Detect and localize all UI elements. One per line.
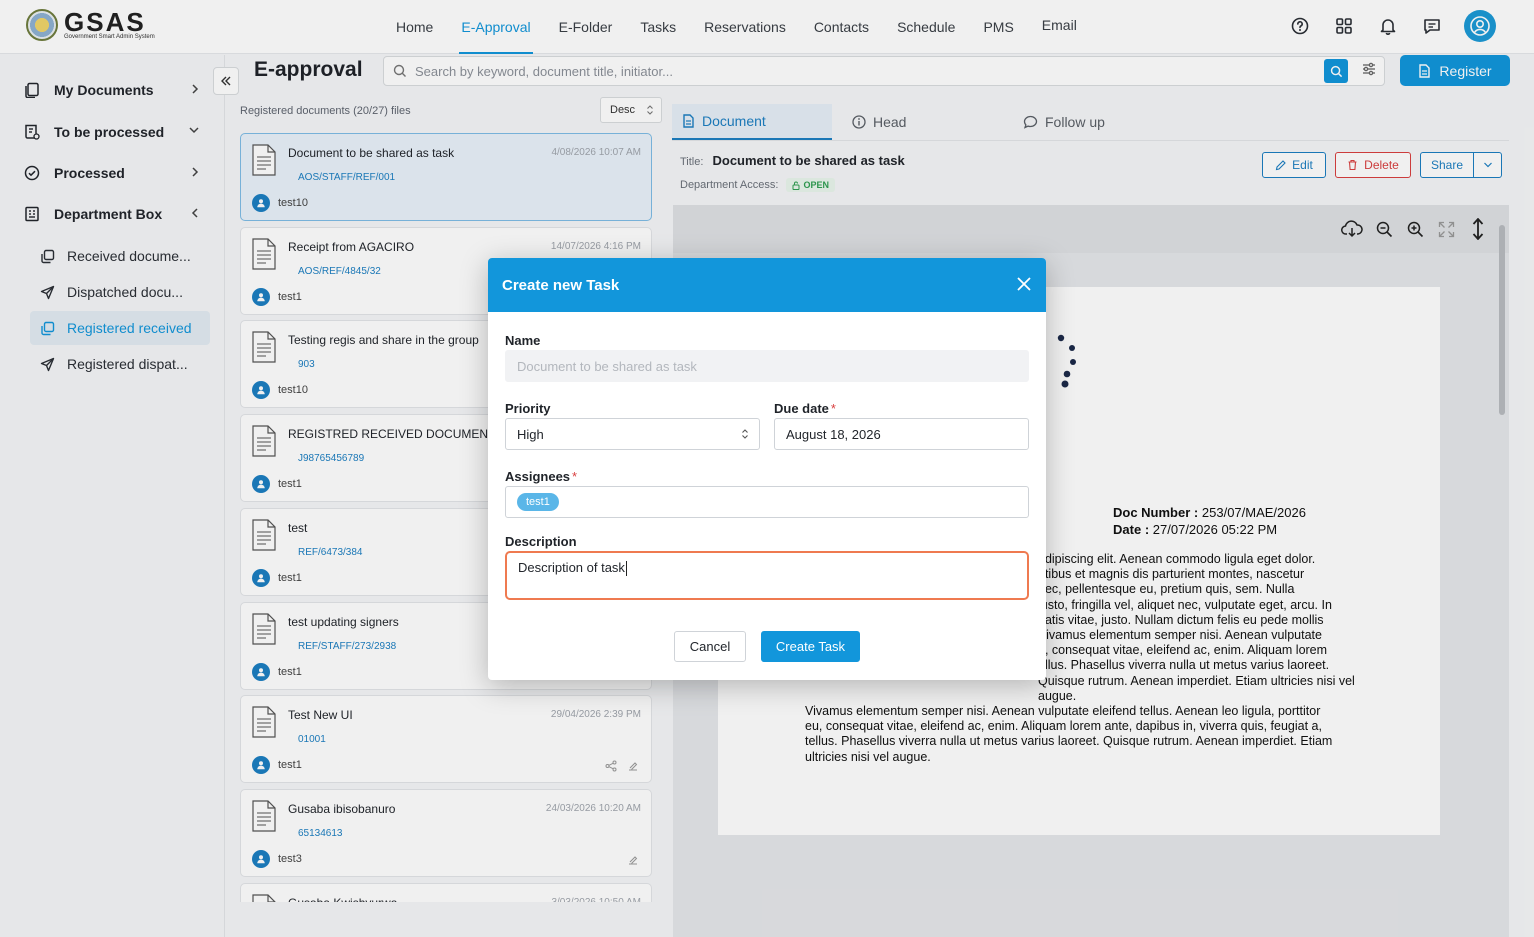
required-mark: * bbox=[572, 469, 578, 484]
close-icon[interactable] bbox=[1016, 276, 1032, 292]
due-date-field[interactable]: August 18, 2026 bbox=[774, 418, 1029, 450]
create-task-button[interactable]: Create Task bbox=[761, 631, 860, 662]
cancel-button[interactable]: Cancel bbox=[674, 631, 746, 662]
description-label: Description bbox=[505, 534, 577, 549]
description-value: Description of task bbox=[518, 560, 625, 575]
assignees-field[interactable]: test1 bbox=[505, 486, 1029, 518]
name-label: Name bbox=[505, 333, 541, 348]
assignees-label-text: Assignees bbox=[505, 469, 571, 484]
description-textarea[interactable]: Description of task bbox=[505, 551, 1029, 600]
assignee-chip[interactable]: test1 bbox=[517, 493, 559, 511]
due-date-label: Due date * bbox=[774, 401, 836, 416]
create-task-modal: Create new Task Name Document to be shar… bbox=[488, 258, 1046, 680]
priority-value: High bbox=[517, 426, 544, 442]
priority-select[interactable]: High bbox=[505, 418, 760, 450]
priority-label: Priority bbox=[505, 401, 551, 416]
required-mark: * bbox=[830, 401, 836, 416]
modal-title: Create new Task bbox=[502, 276, 620, 294]
name-field: Document to be shared as task bbox=[505, 350, 1029, 382]
assignees-label: Assignees * bbox=[505, 469, 577, 484]
text-cursor bbox=[625, 561, 627, 577]
updown-arrows-icon bbox=[741, 428, 749, 440]
due-date-label-text: Due date bbox=[774, 401, 829, 416]
modal-header: Create new Task bbox=[488, 258, 1046, 312]
